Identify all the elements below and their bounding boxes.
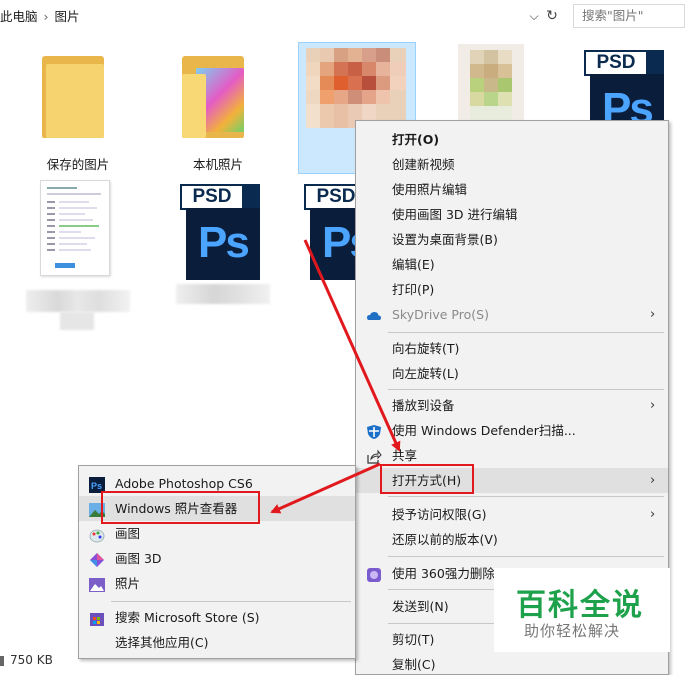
watermark-logo: 百科全说 助你轻松解决 <box>494 568 670 652</box>
arrow-to-photo-viewer <box>270 462 381 514</box>
arrow-to-open-with <box>303 239 401 452</box>
watermark-title: 百科全说 <box>516 588 644 623</box>
watermark-subtitle: 助你轻松解决 <box>524 622 621 640</box>
selected-size: 750 KB <box>10 653 53 667</box>
status-bar: 750 KB <box>0 651 53 669</box>
